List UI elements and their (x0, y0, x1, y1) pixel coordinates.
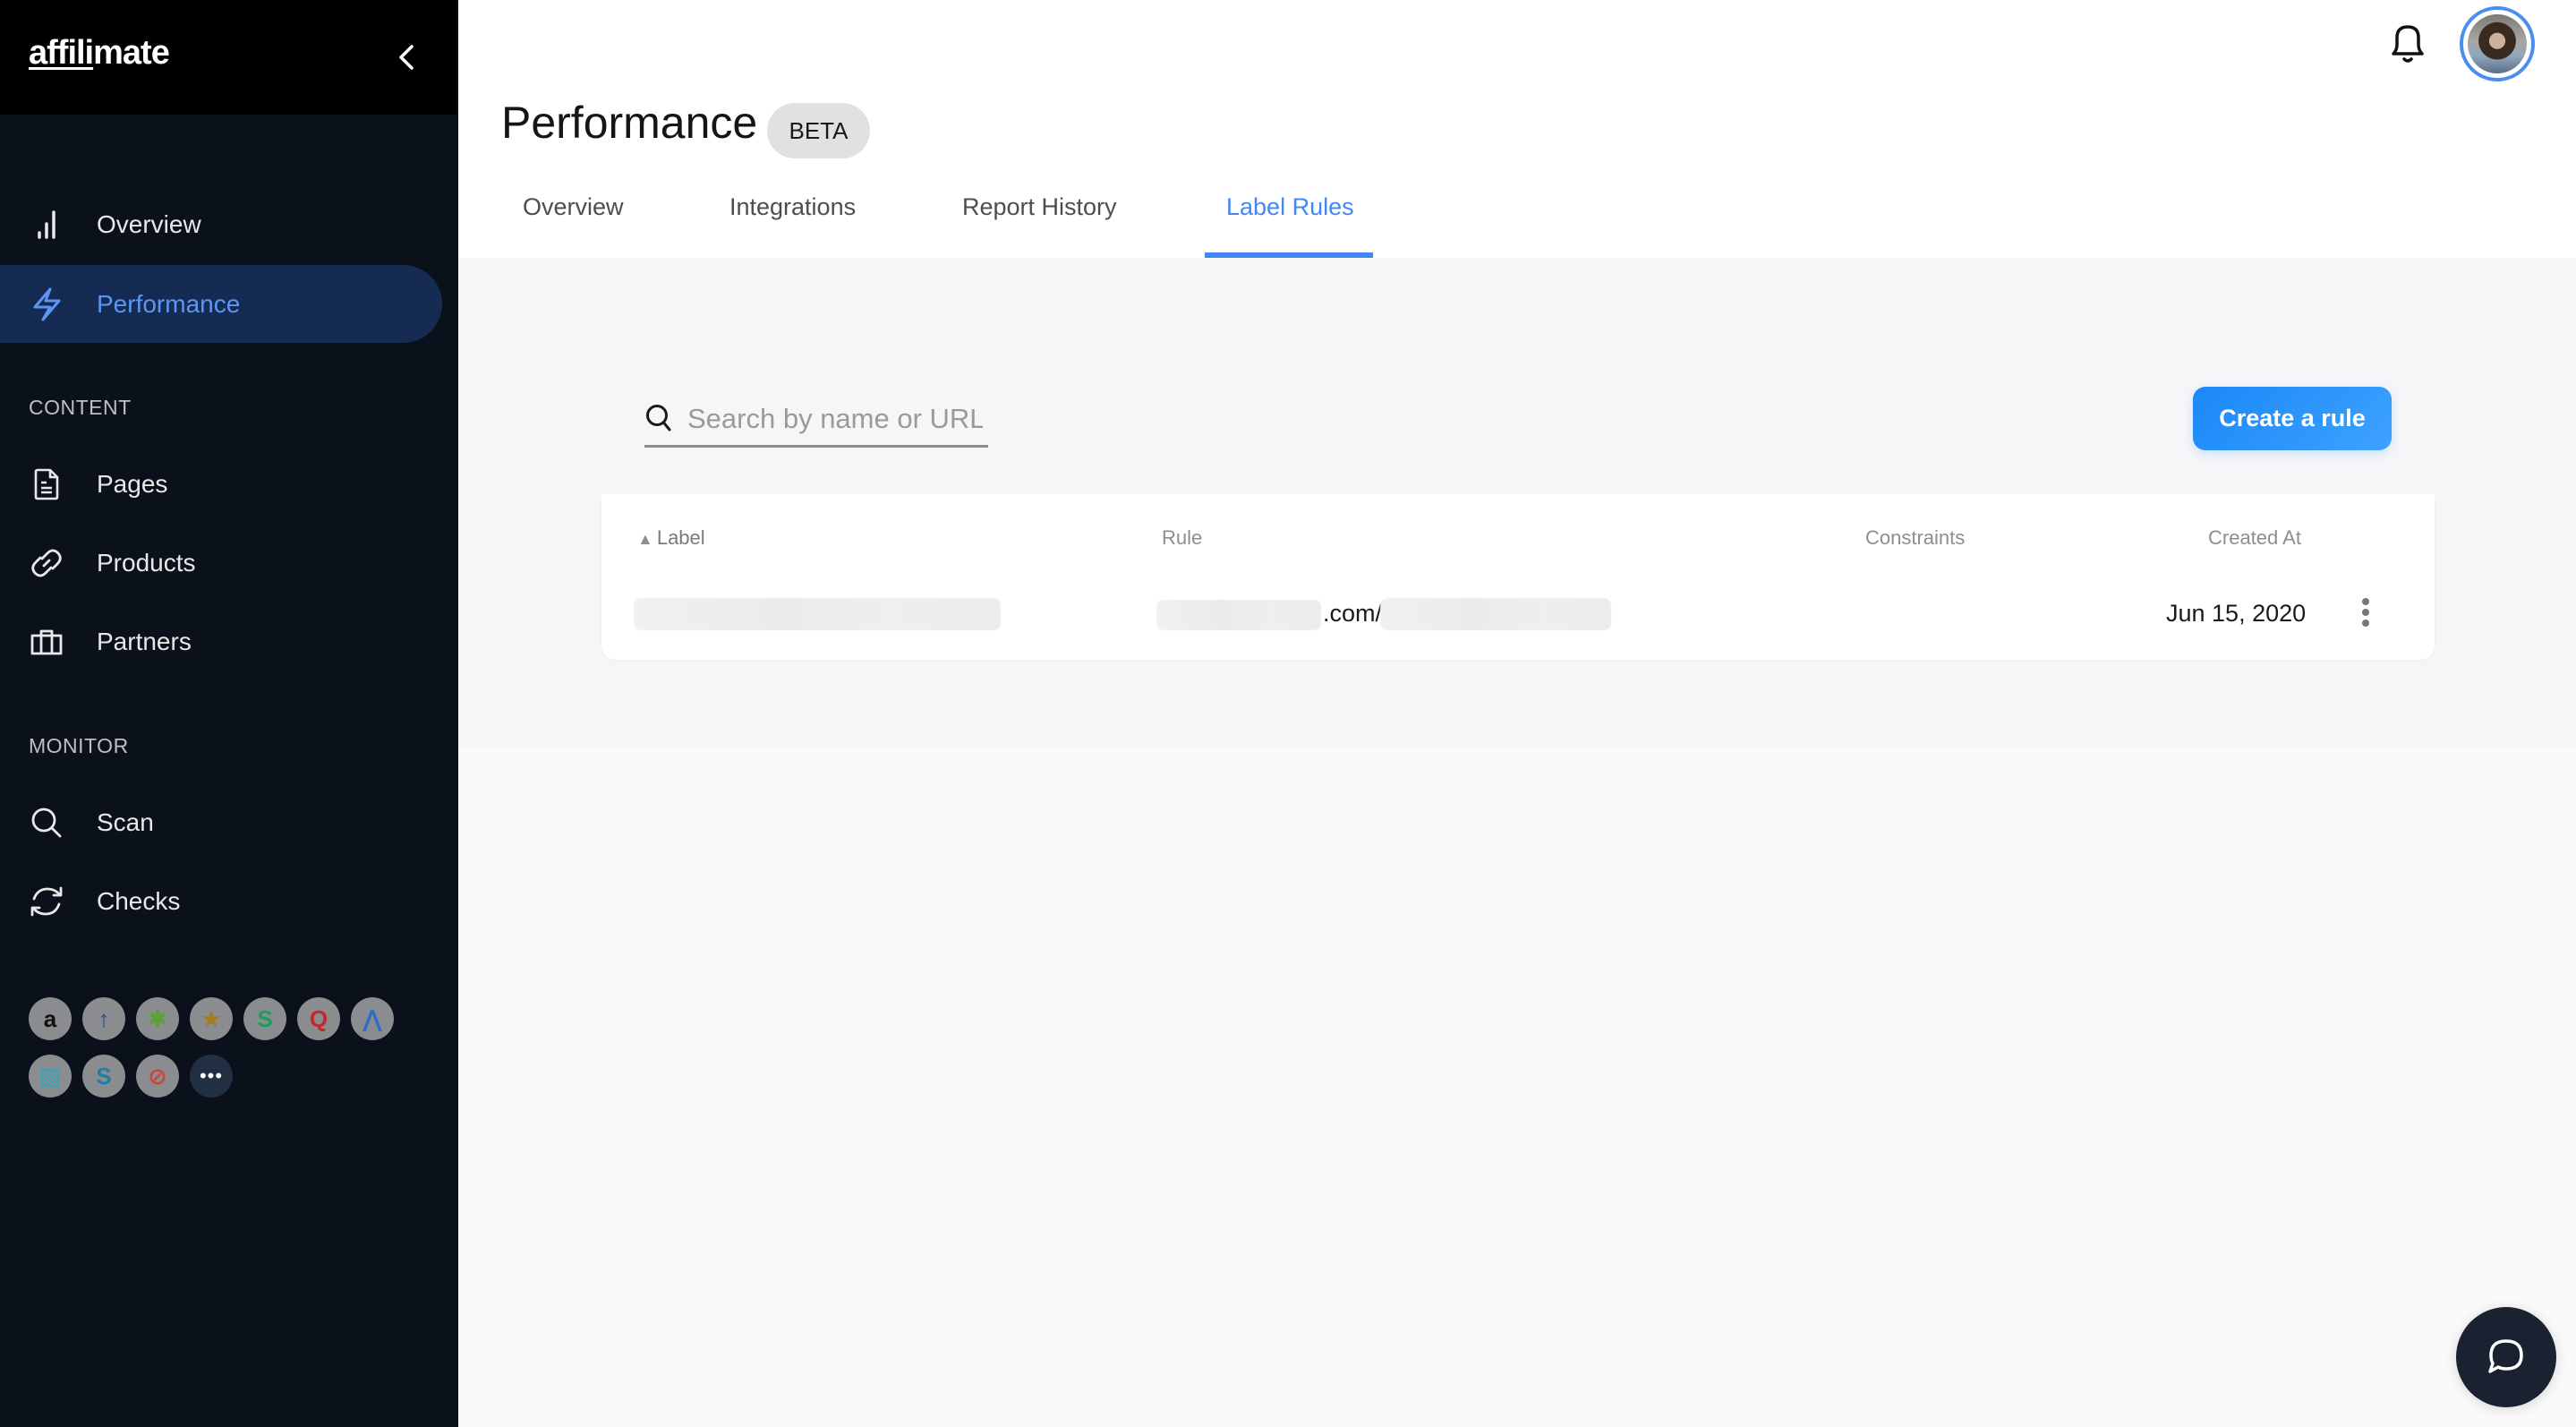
page-header: Performance BETA Overview Integrations R… (458, 0, 2576, 258)
sidebar-item-label: Checks (97, 886, 181, 915)
column-header-label[interactable]: ▲ Label (637, 526, 705, 550)
partner-s-green-logo-icon: S (257, 1004, 273, 1032)
amazon-logo-icon: a (43, 1004, 57, 1032)
more-partners-button[interactable]: ••• (190, 1055, 233, 1098)
refresh-icon (29, 884, 64, 919)
sidebar: affilimate Overview Performance CONTENT … (0, 0, 458, 1427)
link-icon (29, 545, 64, 581)
row-actions-button[interactable] (2352, 593, 2379, 636)
column-header-rule: Rule (1162, 526, 1203, 549)
more-vertical-icon (2362, 598, 2369, 627)
sidebar-item-checks[interactable]: Checks (0, 862, 442, 940)
sort-ascending-icon: ▲ (637, 530, 653, 548)
partner-stripes-logo-icon: ▧ (38, 1062, 62, 1089)
partner-icon-partner-s-green[interactable]: S (243, 997, 286, 1040)
sidebar-item-label: Scan (97, 807, 154, 836)
redacted-rule-domain (1156, 600, 1321, 630)
chevron-left-icon (399, 45, 414, 70)
sidebar-item-label: Performance (97, 289, 241, 318)
partner-icon-partner-link-red[interactable]: ⊘ (136, 1055, 179, 1098)
sidebar-item-products[interactable]: Products (0, 524, 442, 602)
tab-overview[interactable]: Overview (523, 193, 624, 221)
partner-icon-partner-q-red[interactable]: Q (297, 997, 340, 1040)
created-at-value: Jun 15, 2020 (2166, 600, 2307, 627)
sidebar-item-partners[interactable]: Partners (0, 602, 442, 680)
avatar-photo (2468, 14, 2527, 73)
tab-integrations[interactable]: Integrations (729, 193, 856, 221)
create-rule-button[interactable]: Create a rule (2193, 387, 2392, 450)
partner-icon-partner-asterisk[interactable]: ✱ (136, 997, 179, 1040)
partner-q-red-logo-icon: Q (309, 1004, 328, 1032)
section-title-monitor: MONITOR (29, 734, 129, 757)
notifications-button[interactable] (2388, 21, 2427, 66)
partner-s-teal-logo-icon: S (96, 1062, 112, 1089)
lightning-icon (29, 286, 64, 322)
column-header-constraints: Constraints (1865, 526, 1966, 549)
rule-domain-suffix: .com/ (1323, 600, 1383, 627)
partner-asterisk-logo-icon: ✱ (148, 1004, 167, 1032)
redacted-rule-path (1380, 598, 1611, 630)
partner-icon-partner-triangle[interactable]: ⋀ (351, 997, 394, 1040)
logo[interactable]: affilimate (29, 34, 170, 73)
column-header-created-at: Created At (2208, 526, 2301, 549)
redacted-label (634, 598, 1001, 630)
column-header-text: Label (656, 526, 705, 549)
sidebar-item-label: Products (97, 548, 196, 577)
rules-table: ▲ Label Rule Constraints Created At .com/… (601, 494, 2435, 660)
partner-icon-amazon[interactable]: a (29, 997, 72, 1040)
sidebar-item-label: Partners (97, 627, 192, 655)
partner-link-red-logo-icon: ⊘ (148, 1062, 167, 1089)
partner-icon-partner-star[interactable]: ★ (190, 997, 233, 1040)
briefcase-icon (29, 624, 64, 660)
table-row[interactable]: .com/ Jun 15, 2020 (601, 584, 2435, 646)
logo-part-rest: mate (93, 34, 170, 72)
search-icon (646, 405, 671, 432)
search-field[interactable] (644, 394, 988, 448)
sidebar-item-pages[interactable]: Pages (0, 445, 442, 523)
sidebar-item-label: Pages (97, 469, 168, 498)
chat-bubble-icon (2488, 1339, 2523, 1373)
beta-badge: BETA (767, 103, 870, 158)
section-title-content: CONTENT (29, 396, 132, 419)
partner-arrows-logo-icon: ↑ (98, 1004, 110, 1032)
search-input[interactable] (687, 394, 983, 444)
chat-button[interactable] (2456, 1307, 2556, 1407)
sidebar-header: affilimate (0, 0, 456, 115)
tab-label-rules[interactable]: Label Rules (1226, 193, 1354, 221)
sidebar-item-scan[interactable]: Scan (0, 783, 442, 861)
partner-icon-partner-arrows[interactable]: ↑ (82, 997, 125, 1040)
partner-star-logo-icon: ★ (200, 1004, 222, 1032)
document-icon (29, 466, 64, 502)
sidebar-item-performance[interactable]: Performance (0, 265, 442, 343)
logo-part-underlined: affili (29, 34, 94, 72)
tab-report-history[interactable]: Report History (962, 193, 1117, 221)
user-avatar[interactable] (2460, 6, 2535, 81)
bar-chart-icon (29, 207, 64, 243)
partner-icon-partner-s-teal[interactable]: S (82, 1055, 125, 1098)
sidebar-item-label: Overview (97, 209, 201, 238)
more-dots-icon: ••• (199, 1064, 224, 1087)
bell-icon (2392, 25, 2424, 63)
search-icon (29, 805, 64, 841)
sidebar-item-overview[interactable]: Overview (0, 185, 442, 263)
partner-triangle-logo-icon: ⋀ (363, 1004, 382, 1032)
partner-icon-partner-stripes[interactable]: ▧ (29, 1055, 72, 1098)
page-title: Performance (501, 98, 758, 148)
collapse-sidebar-button[interactable] (390, 39, 422, 75)
